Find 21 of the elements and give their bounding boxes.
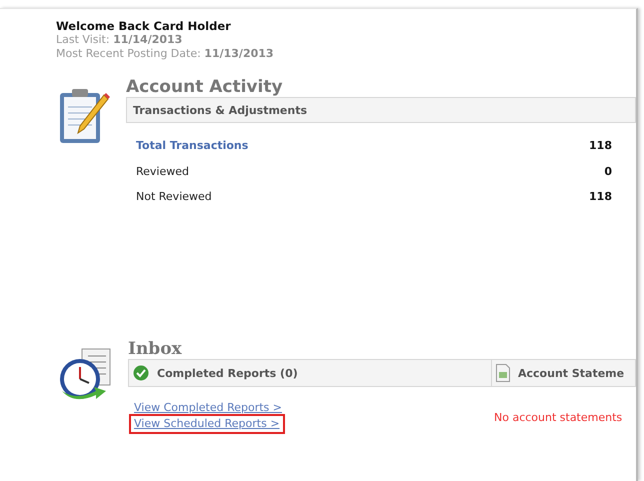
row-label: Reviewed bbox=[136, 164, 189, 178]
report-link[interactable]: View Scheduled Reports > bbox=[132, 417, 282, 431]
row-value: 118 bbox=[589, 139, 612, 152]
report-link[interactable]: View Completed Reports > bbox=[132, 401, 284, 415]
welcome-title: Welcome Back Card Holder bbox=[56, 19, 232, 33]
statements-title: Account Stateme bbox=[518, 366, 624, 380]
posting-date-label: Most Recent Posting Date: bbox=[56, 47, 201, 60]
no-statements-message: No account statements bbox=[494, 411, 622, 426]
total-transactions-link[interactable]: Total Transactions bbox=[136, 139, 248, 152]
section-header: Transactions & Adjustments bbox=[133, 104, 308, 116]
posting-date: 11/13/2013 bbox=[204, 47, 274, 60]
completed-reports-title: Completed Reports (0) bbox=[157, 366, 298, 380]
last-visit-label: Last Visit: bbox=[56, 33, 110, 46]
last-visit-date: 11/14/2013 bbox=[113, 33, 182, 46]
row-label: Not Reviewed bbox=[136, 190, 212, 204]
row-value: 118 bbox=[589, 190, 612, 204]
check-icon bbox=[133, 365, 149, 381]
row-value: 0 bbox=[604, 164, 612, 178]
document-icon bbox=[496, 364, 510, 382]
section-title: Account Activity bbox=[126, 77, 284, 97]
section-title: Inbox bbox=[128, 339, 183, 359]
